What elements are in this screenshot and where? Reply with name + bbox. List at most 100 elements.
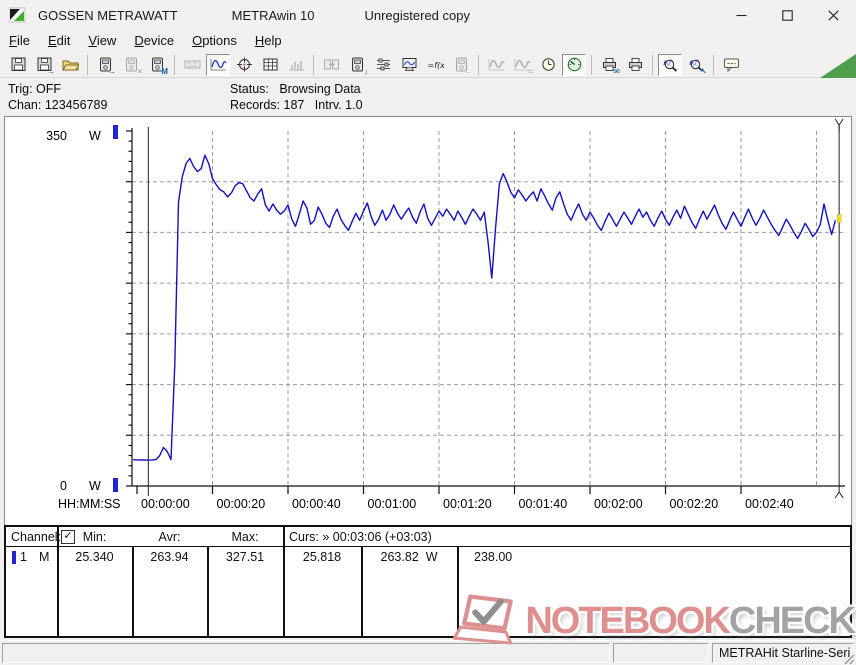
app-logo-icon <box>8 7 26 23</box>
minimize-button[interactable] <box>718 0 764 30</box>
toolbar-separator <box>174 54 175 75</box>
x-tick-label: 00:02:00 <box>594 497 643 511</box>
browse-status: Status: Browsing Data <box>230 82 361 96</box>
monitor-display-button[interactable] <box>397 54 421 76</box>
interval-clock-button[interactable] <box>536 54 560 76</box>
cell-max-value: 327.51 <box>225 550 265 564</box>
y-unit-bottom-label: W <box>89 479 101 493</box>
chart-panel: 00:00:00 00:00:20 00:00:40 00:01:00 00:01:20… <box>4 116 852 526</box>
transfer-data-button <box>319 54 343 76</box>
channel-1-range-marker-top <box>113 125 118 139</box>
cell-channel-mode: M <box>39 550 50 564</box>
table-view-button[interactable] <box>258 54 282 76</box>
device-memory-button[interactable]: M <box>145 54 169 76</box>
y-axis-labels: 350 W 0 W <box>46 129 101 493</box>
measurement-table: Channel: ✓ Min: Avr: Max: Curs: » 00:03:… <box>4 525 852 638</box>
maximize-button[interactable] <box>764 0 810 30</box>
statusbar-section-middle <box>613 643 709 663</box>
col-header-channel: Channel: <box>11 530 62 544</box>
right-cursor[interactable] <box>834 118 844 499</box>
chart-plot-area[interactable]: 00:00:00 00:00:20 00:00:40 00:01:00 00:01:20… <box>5 117 851 525</box>
x-tick-label: 00:02:40 <box>745 497 794 511</box>
annotation-button[interactable] <box>719 54 743 76</box>
monitor-display-icon <box>401 57 418 72</box>
annotation-icon <box>723 57 740 72</box>
wave-filter-button <box>484 54 508 76</box>
cell-cursor-left-value: 25.818 <box>302 550 342 564</box>
menu-help[interactable]: Help <box>246 30 291 52</box>
title-license: Unregistered copy <box>364 7 470 23</box>
toolbar-separator <box>591 54 592 75</box>
table-view-icon <box>262 57 279 72</box>
metrawin-window: GOSSEN METRAWATT METRAwin 10 Unregistere… <box>0 0 856 665</box>
resize-grip[interactable] <box>841 651 855 665</box>
wave-filter-icon <box>488 57 505 72</box>
x-tick-label: 00:01:40 <box>519 497 568 511</box>
curve-view-button[interactable] <box>206 53 230 76</box>
toolbar-separator <box>478 54 479 75</box>
zoom-curve-button[interactable] <box>658 53 682 76</box>
channel-settings-button[interactable] <box>371 54 395 76</box>
toolbar-separator <box>652 54 653 75</box>
cursor-crosshair-icon <box>236 57 253 72</box>
meter-connect-button[interactable] <box>562 53 586 76</box>
power-curve <box>133 154 837 461</box>
cursor-value-marker <box>836 214 842 223</box>
print-icon <box>627 57 644 72</box>
cursor-crosshair-button[interactable] <box>232 54 256 76</box>
x-axis-ticks: 00:00:00 00:00:20 00:00:40 00:01:00 00:01:20… <box>136 486 794 511</box>
close-button[interactable] <box>810 0 856 30</box>
open-file-button[interactable] <box>58 54 82 76</box>
formula-fx-icon <box>427 57 444 72</box>
menu-edit[interactable]: Edit <box>39 30 79 52</box>
device-config-icon <box>349 57 366 72</box>
menu-options[interactable]: Options <box>183 30 246 52</box>
statusbar-device-name: METRAHit Starline-Seri <box>712 643 854 663</box>
curve-view-icon <box>210 57 227 72</box>
zoom-select-button[interactable]: ↖ <box>684 54 708 76</box>
y-min-label: 0 <box>60 479 67 493</box>
cell-min-value: 25.340 <box>75 550 114 564</box>
channel-1-range-marker-bottom <box>113 478 118 492</box>
statusbar-section-left <box>2 643 610 663</box>
cell-channel-number: 1 <box>20 550 27 564</box>
print-report-button[interactable]: ✉ <box>597 54 621 76</box>
lcd-display-button <box>180 54 204 76</box>
x-tick-label: 00:00:40 <box>292 497 341 511</box>
trigger-status: Trig: OFF <box>8 82 62 96</box>
device-read-button: ← <box>449 54 473 76</box>
menu-device[interactable]: Device <box>125 30 183 52</box>
zoom-curve-icon <box>662 57 679 72</box>
print-button[interactable] <box>623 54 647 76</box>
window-controls <box>718 0 856 30</box>
histogram-view-button <box>284 54 308 76</box>
menu-file[interactable]: File <box>0 30 39 52</box>
toolbar-separator <box>713 54 714 75</box>
save-as-button[interactable]: → <box>32 54 56 76</box>
title-program: METRAwin 10 <box>231 7 315 23</box>
col-header-avr: Avr: <box>158 530 181 544</box>
cell-cursor-right-value: 263.82 W <box>380 550 438 564</box>
y-unit-top-label: W <box>89 129 101 143</box>
title-app-name: GOSSEN METRAWATT <box>38 7 178 23</box>
histogram-view-icon <box>288 57 305 72</box>
toolbar-separator <box>87 54 88 75</box>
menu-view[interactable]: View <box>79 30 125 52</box>
x-axis-unit-label: HH:MM:SS <box>58 497 121 511</box>
menu-bar: File Edit View Device Options Help <box>0 30 856 53</box>
channel-color-marker <box>12 551 16 564</box>
transfer-data-icon <box>323 57 340 72</box>
cell-avr-value: 263.94 <box>150 550 189 564</box>
x-tick-label: 00:00:20 <box>217 497 266 511</box>
cell-cursor-right-unit: W <box>425 550 438 564</box>
formula-fx-button[interactable] <box>423 54 447 76</box>
device-config-button[interactable]: ↓ <box>345 54 369 76</box>
toolbar-corner-triangle <box>820 54 856 78</box>
save-data-icon <box>10 57 27 72</box>
y-max-label: 350 <box>46 129 67 143</box>
device-send-button[interactable]: → <box>93 54 117 76</box>
lcd-display-icon <box>184 57 201 72</box>
save-data-button[interactable] <box>6 54 30 76</box>
channel-list: Chan: 123456789 <box>8 98 108 112</box>
col-header-min: Min: <box>82 530 107 544</box>
